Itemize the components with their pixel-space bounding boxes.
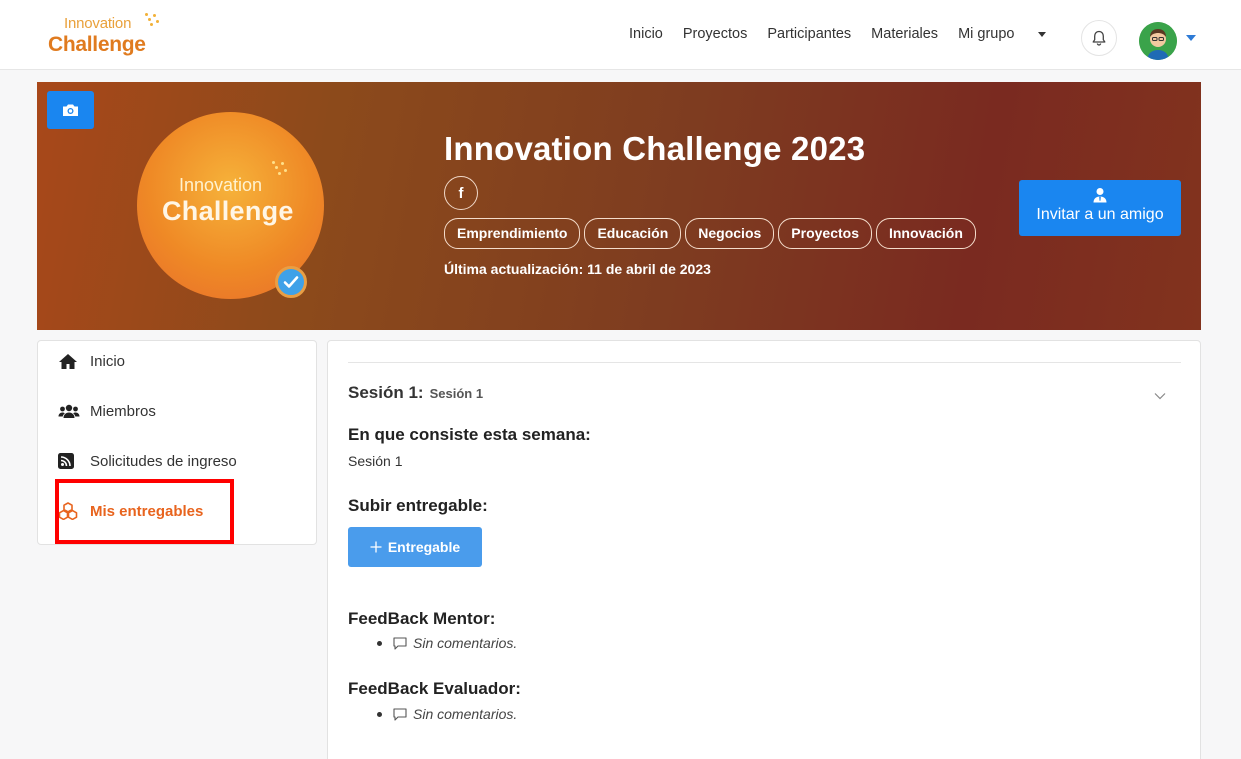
users-icon: [58, 402, 80, 420]
comment-icon: [393, 707, 407, 721]
nav-link-proyectos[interactable]: Proyectos: [683, 26, 747, 46]
badge-text-top: Innovation: [179, 175, 263, 195]
nav-link-participantes[interactable]: Participantes: [767, 26, 851, 46]
tag-emprendimiento[interactable]: Emprendimiento: [444, 218, 581, 249]
last-updated: Última actualización: 11 de abril de 202…: [444, 261, 711, 277]
sidebar-item-label: Solicitudes de ingreso: [90, 452, 237, 470]
group-hero-banner: Innovation Challenge Innovation Challeng…: [37, 82, 1201, 330]
user-tie-icon: [1019, 184, 1181, 206]
session-label: Sesión 1:: [348, 383, 424, 402]
session-panel: Sesión 1: Sesión 1 En que consiste esta s…: [327, 340, 1201, 759]
nav-dropdown-label: Mi grupo: [958, 26, 1015, 42]
home-icon: [58, 352, 80, 370]
cubes-icon: [58, 502, 80, 520]
group-sidebar: Inicio Miembros Solicitudes de ingreso M…: [37, 340, 317, 545]
invite-friend-button[interactable]: Invitar a un amigo: [1019, 180, 1181, 236]
invite-label: Invitar a un amigo: [1036, 206, 1164, 223]
logo-text-top: Innovation: [64, 15, 132, 32]
user-avatar[interactable]: [1139, 22, 1177, 60]
group-title: Innovation Challenge 2023: [444, 130, 866, 167]
sidebar-item-label: Mis entregables: [90, 502, 204, 520]
sidebar-item-label: Inicio: [90, 352, 126, 370]
badge-text-bottom: Challenge: [162, 196, 294, 226]
week-heading: En que consiste esta semana:: [348, 425, 591, 444]
nav-dropdown-mi-grupo[interactable]: Mi grupo: [958, 26, 1047, 46]
mentor-feedback-heading: FeedBack Mentor:: [348, 609, 496, 628]
mentor-feedback-item: Sin comentarios.: [377, 635, 517, 651]
notifications-button[interactable]: [1081, 20, 1117, 56]
mentor-feedback-text: Sin comentarios.: [413, 635, 518, 651]
upload-heading: Subir entregable:: [348, 496, 488, 515]
sidebar-item-mis-entregables[interactable]: Mis entregables: [58, 499, 203, 523]
bullet: [377, 711, 382, 717]
sidebar-item-label: Miembros: [90, 402, 156, 420]
facebook-icon[interactable]: f: [444, 176, 478, 210]
camera-icon: [63, 104, 78, 116]
sidebar-item-solicitudes[interactable]: Solicitudes de ingreso: [58, 449, 237, 473]
tag-negocios[interactable]: Negocios: [685, 218, 775, 249]
main-nav: Inicio Proyectos Participantes Materiale…: [629, 26, 1066, 46]
session-name: Sesión 1: [429, 386, 484, 401]
user-menu-caret-icon[interactable]: [1186, 35, 1196, 41]
nav-link-inicio[interactable]: Inicio: [629, 26, 663, 46]
add-deliverable-button[interactable]: Entregable: [348, 527, 482, 567]
rss-icon: [58, 452, 80, 470]
comment-icon: [393, 636, 407, 650]
caret-down-icon: [1038, 31, 1047, 37]
tag-list: Emprendimiento Educación Negocios Proyec…: [444, 218, 976, 249]
badge-dots: [271, 160, 289, 178]
logo-text-bottom: Challenge: [48, 33, 146, 56]
chevron-down-icon[interactable]: [1154, 387, 1166, 405]
change-cover-button[interactable]: [47, 91, 94, 129]
logo[interactable]: Innovation Challenge: [48, 12, 168, 62]
verified-check-icon: [275, 266, 307, 298]
evaluator-feedback-text: Sin comentarios.: [413, 706, 518, 722]
plus-icon: [370, 541, 382, 553]
bullet: [377, 640, 382, 646]
divider: [348, 362, 1181, 363]
logo-dots: [144, 12, 160, 28]
add-deliverable-label: Entregable: [387, 539, 461, 555]
bell-icon: [1092, 30, 1106, 46]
evaluator-feedback-heading: FeedBack Evaluador:: [348, 679, 521, 698]
tag-proyectos[interactable]: Proyectos: [778, 218, 872, 249]
tag-educacion[interactable]: Educación: [584, 218, 682, 249]
evaluator-feedback-item: Sin comentarios.: [377, 706, 517, 722]
sidebar-item-miembros[interactable]: Miembros: [58, 399, 156, 423]
avatar-face-icon: [1139, 22, 1177, 60]
session-header[interactable]: Sesión 1: Sesión 1: [348, 383, 483, 403]
sidebar-item-inicio[interactable]: Inicio: [58, 349, 125, 373]
top-navbar: Innovation Challenge Inicio Proyectos Pa…: [0, 0, 1241, 70]
week-description: Sesión 1: [348, 453, 403, 469]
nav-link-materiales[interactable]: Materiales: [871, 26, 938, 46]
tag-innovacion[interactable]: Innovación: [875, 218, 976, 249]
